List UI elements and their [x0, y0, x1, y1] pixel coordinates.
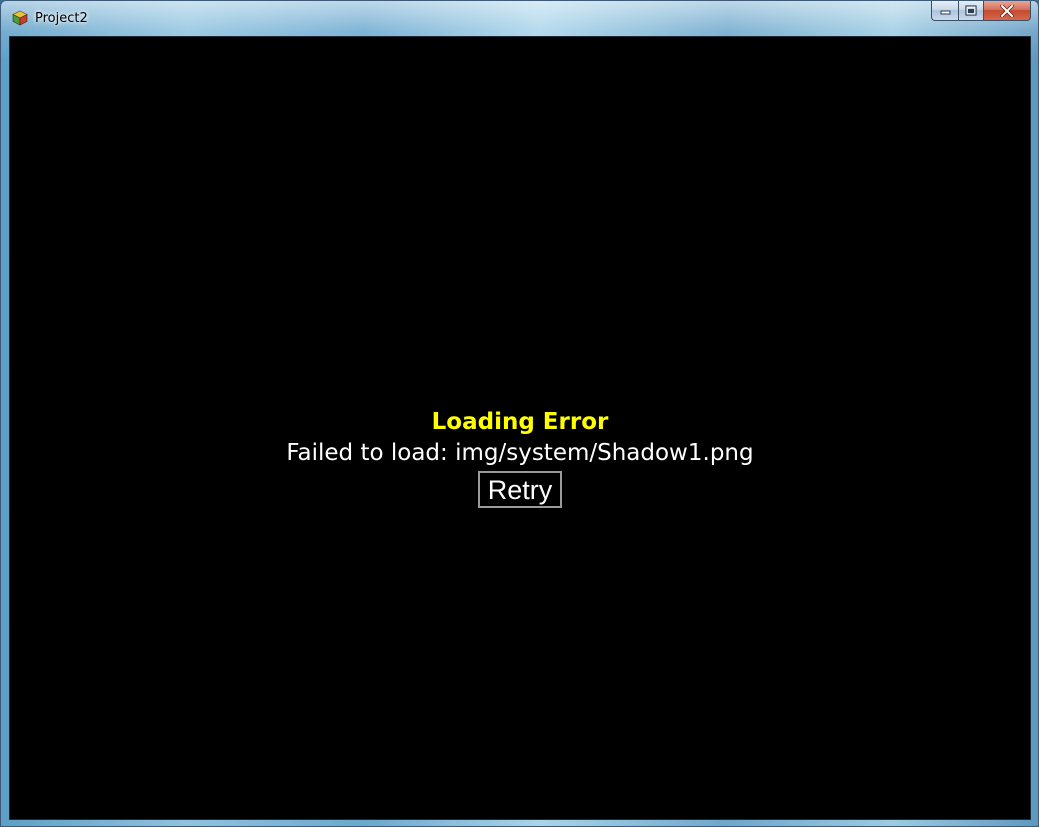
error-message: Failed to load: img/system/Shadow1.png	[286, 440, 754, 466]
retry-button[interactable]: Retry	[477, 471, 563, 508]
error-title: Loading Error	[431, 409, 609, 435]
maximize-button[interactable]	[958, 1, 984, 21]
maximize-icon	[965, 5, 977, 16]
title-bar[interactable]: Project2	[1, 1, 1038, 35]
minimize-icon	[940, 10, 950, 15]
close-button[interactable]	[984, 1, 1031, 21]
app-cube-icon	[12, 10, 28, 26]
game-canvas: Loading Error Failed to load: img/system…	[9, 36, 1031, 820]
app-window: Project2 Loading Error Failed to load: i…	[0, 0, 1039, 827]
minimize-button[interactable]	[931, 1, 958, 21]
caption-buttons	[931, 1, 1031, 22]
window-title: Project2	[35, 11, 88, 26]
close-icon	[1000, 4, 1014, 17]
error-panel: Loading Error Failed to load: img/system…	[10, 407, 1030, 508]
